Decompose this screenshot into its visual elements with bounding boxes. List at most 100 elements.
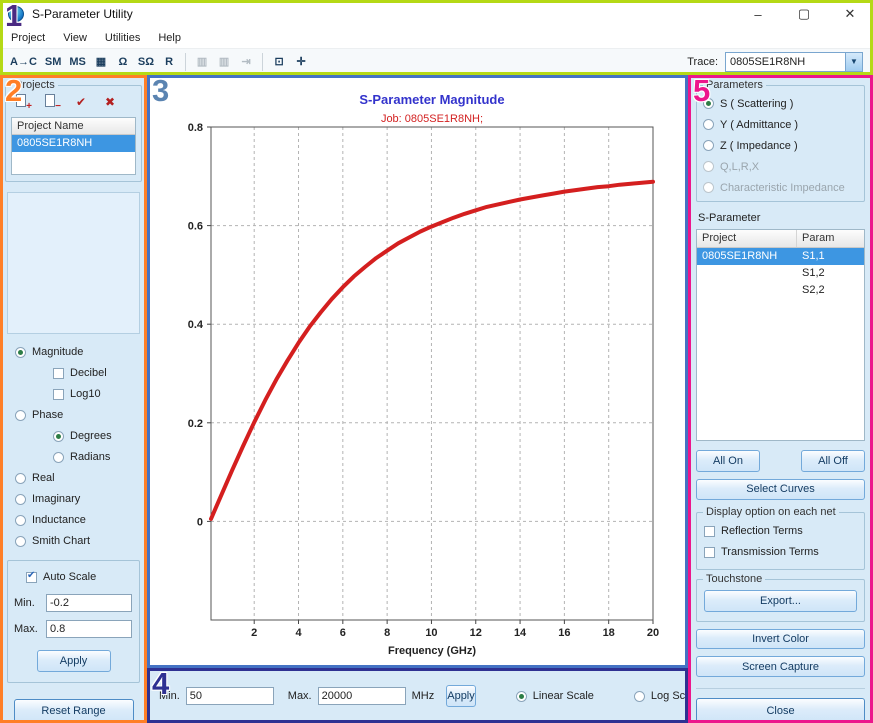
linear-scale-option[interactable]: Linear Scale	[516, 690, 594, 702]
projects-group-label: Projects	[12, 79, 58, 91]
all-off-button[interactable]: All Off	[801, 450, 865, 472]
svg-text:4: 4	[295, 627, 302, 639]
plot-options: Magnitude Decibel Log10 Phase Degrees	[5, 340, 142, 554]
window-title: S-Parameter Utility	[32, 7, 133, 21]
qlrx-option: Q,L,R,X	[703, 157, 858, 176]
project-column-header[interactable]: Project	[697, 230, 797, 247]
confirm-button[interactable]: ✔	[71, 93, 91, 111]
pan-hand-icon[interactable]: ✛	[290, 51, 312, 72]
a-to-c-converter-icon[interactable]: A→C	[6, 51, 41, 72]
svg-text:8: 8	[384, 627, 390, 639]
auto-scale-option[interactable]: Auto Scale	[26, 569, 133, 586]
freq-unit-label: MHz	[412, 690, 435, 702]
magnitude-option[interactable]: Magnitude	[15, 344, 142, 361]
s-scattering-option[interactable]: S ( Scattering )	[703, 94, 858, 113]
radio-icon	[703, 161, 714, 172]
check-icon: ✔	[76, 96, 86, 108]
scale-min-input[interactable]	[46, 594, 132, 612]
menu-utilities[interactable]: Utilities	[96, 30, 149, 46]
svg-text:0.4: 0.4	[188, 319, 204, 331]
m-to-s-icon[interactable]: MS	[65, 51, 90, 72]
all-on-button[interactable]: All On	[696, 450, 760, 472]
real-option[interactable]: Real	[15, 470, 142, 487]
reflection-terms-option[interactable]: Reflection Terms	[704, 523, 857, 540]
log10-option[interactable]: Log10	[53, 386, 142, 403]
zoom-select-icon[interactable]: ⊡	[268, 51, 290, 72]
radio-icon	[516, 691, 527, 702]
maximize-button[interactable]: ▢	[781, 0, 827, 28]
all-on-off-row: All On All Off	[696, 450, 865, 472]
cancel-button[interactable]: ✖	[100, 93, 120, 111]
close-window-button[interactable]: ✕	[827, 0, 873, 28]
chart-canvas[interactable]: 246810121416182000.20.40.60.8	[147, 75, 688, 668]
imaginary-option[interactable]: Imaginary	[15, 491, 142, 508]
data-grid-icon[interactable]: ▦	[90, 51, 112, 72]
select-curves-button[interactable]: Select Curves	[696, 479, 865, 500]
transmission-terms-option[interactable]: Transmission Terms	[704, 544, 857, 561]
degrees-label: Degrees	[70, 430, 112, 442]
imaginary-label: Imaginary	[32, 493, 80, 505]
marker-bars2-icon: ▥	[213, 51, 235, 72]
chart-job-label: Job: 0805SE1R8NH;	[211, 113, 653, 125]
menu-bar: Project View Utilities Help	[0, 28, 873, 48]
menu-help[interactable]: Help	[149, 30, 190, 46]
freq-max-label: Max.	[288, 690, 312, 702]
radio-icon	[15, 347, 26, 358]
table-row[interactable]: 0805SE1R8NH S1,1	[697, 248, 864, 265]
scale-max-input[interactable]	[46, 620, 132, 638]
s-omega-icon[interactable]: SΩ	[134, 51, 158, 72]
y-admittance-option[interactable]: Y ( Admittance )	[703, 115, 858, 134]
toolbar-separator	[185, 53, 186, 71]
svg-text:16: 16	[558, 627, 570, 639]
radians-label: Radians	[70, 451, 110, 463]
remove-project-button[interactable]: −	[42, 93, 62, 111]
s-parameter-label: S-Parameter	[698, 212, 865, 224]
apply-scale-button[interactable]: Apply	[37, 650, 111, 672]
table-row[interactable]: S2,2	[697, 282, 864, 299]
close-button[interactable]: Close	[696, 698, 865, 723]
table-row[interactable]: S1,2	[697, 265, 864, 282]
freq-max-input[interactable]	[318, 687, 406, 705]
checkbox-icon	[53, 368, 64, 379]
svg-text:0.8: 0.8	[188, 122, 203, 134]
scale-group: Auto Scale Min. Max. Apply	[7, 560, 140, 683]
menu-project[interactable]: Project	[2, 30, 54, 46]
chevron-down-icon[interactable]: ▼	[845, 53, 862, 71]
decibel-option[interactable]: Decibel	[53, 365, 142, 382]
degrees-option[interactable]: Degrees	[53, 428, 142, 445]
param-cell: S1,1	[797, 248, 864, 265]
minimize-button[interactable]: –	[735, 0, 781, 28]
radians-option[interactable]: Radians	[53, 449, 142, 466]
radio-icon	[53, 452, 64, 463]
r-series-icon[interactable]: R	[158, 51, 180, 72]
trace-combobox[interactable]: 0805SE1R8NH ▼	[725, 52, 863, 72]
apply-frequency-button[interactable]: Apply	[446, 685, 476, 707]
main-toolbar: A→C SM MS ▦ Ω SΩ R ▥ ▥ ⇥ ⊡ ✛ Trace: 0805…	[0, 48, 873, 75]
decibel-label: Decibel	[70, 367, 107, 379]
inductance-option[interactable]: Inductance	[15, 512, 142, 529]
new-project-button[interactable]: +	[13, 93, 33, 111]
reset-range-button[interactable]: Reset Range	[14, 699, 134, 723]
freq-min-input[interactable]	[186, 687, 274, 705]
trace-selector: Trace: 0805SE1R8NH ▼	[687, 52, 867, 72]
menu-view[interactable]: View	[54, 30, 96, 46]
param-column-header[interactable]: Param	[797, 230, 864, 247]
phase-option[interactable]: Phase	[15, 407, 142, 424]
z-impedance-label: Z ( Impedance )	[720, 140, 798, 152]
omega-impedance-icon[interactable]: Ω	[112, 51, 134, 72]
project-row[interactable]: 0805SE1R8NH	[12, 135, 135, 152]
invert-color-button[interactable]: Invert Color	[696, 629, 865, 650]
screen-capture-button[interactable]: Screen Capture	[696, 656, 865, 677]
chart-area[interactable]: 246810121416182000.20.40.60.8 S-Paramete…	[147, 75, 688, 668]
radio-icon	[15, 515, 26, 526]
chart-xlabel: Frequency (GHz)	[211, 645, 653, 657]
smith-chart-option[interactable]: Smith Chart	[15, 533, 142, 550]
projects-group: Projects + − ✔ ✖	[5, 85, 142, 182]
checkbox-icon	[704, 547, 715, 558]
title-bar: S-Parameter Utility – ▢ ✕	[0, 0, 873, 28]
s-to-m-icon[interactable]: SM	[41, 51, 66, 72]
inductance-label: Inductance	[32, 514, 86, 526]
chart-title: S-Parameter Magnitude	[211, 92, 653, 107]
export-button[interactable]: Export...	[704, 590, 857, 612]
z-impedance-option[interactable]: Z ( Impedance )	[703, 136, 858, 155]
